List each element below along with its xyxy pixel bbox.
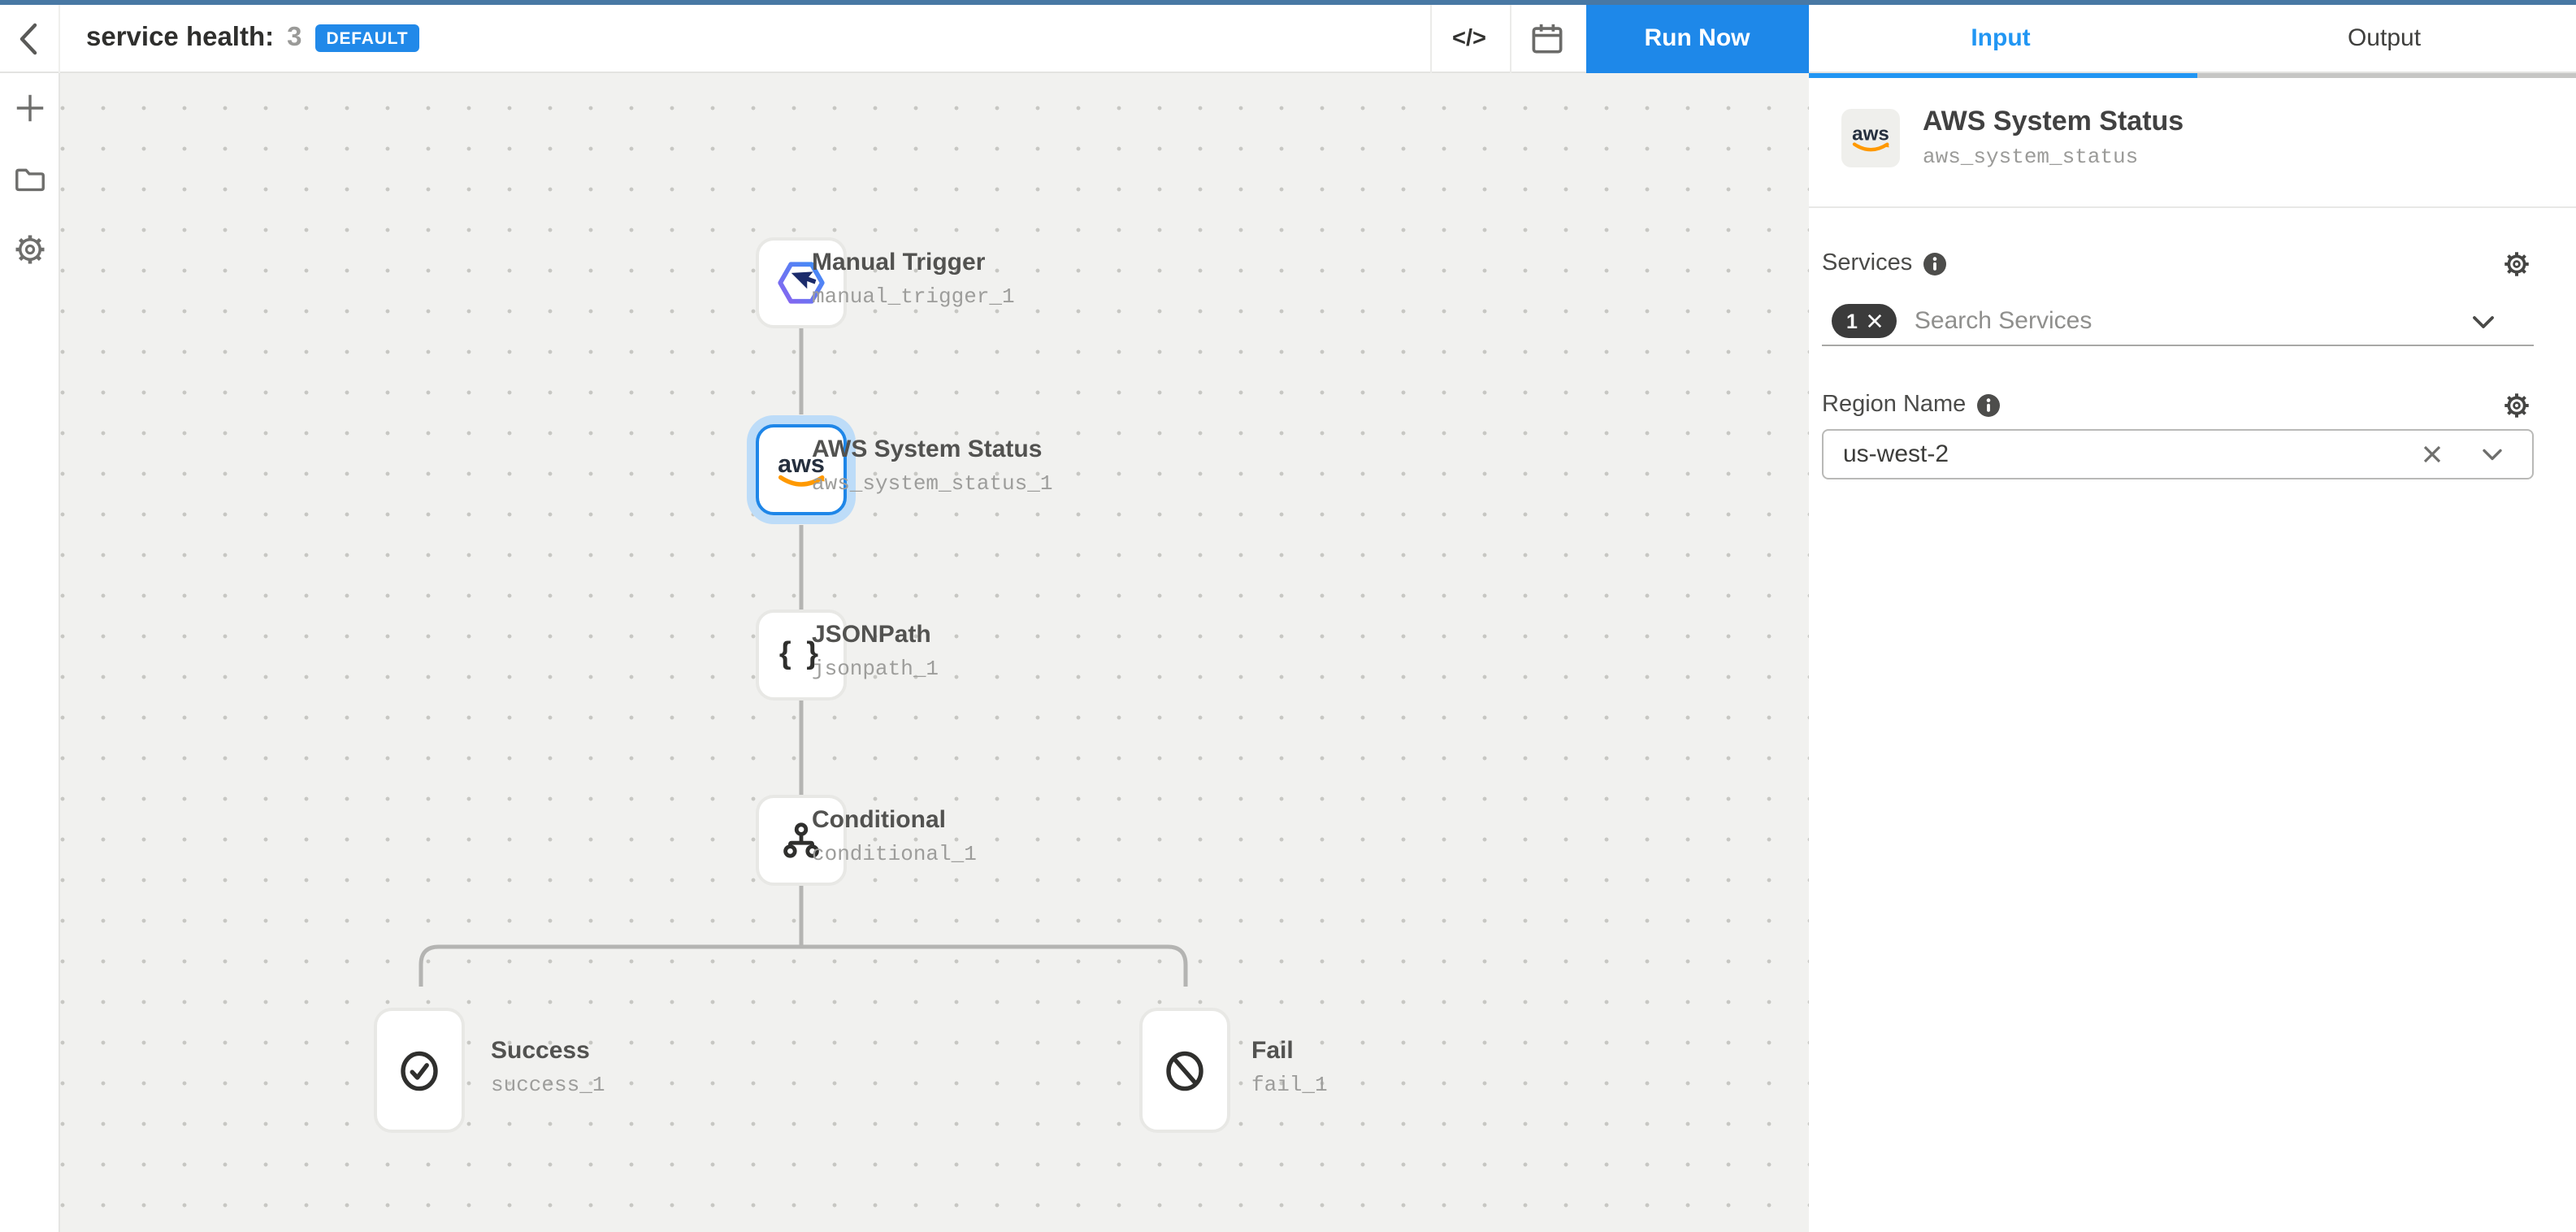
app-window: service health: 3 DEFAULT </> Run Now In… (0, 0, 2576, 1232)
default-badge: DEFAULT (315, 25, 420, 53)
node-label-success: Success success_1 (491, 1035, 605, 1100)
node-fail[interactable] (1139, 1008, 1230, 1133)
services-placeholder: Search Services (1915, 307, 2092, 335)
code-view-button[interactable]: </> (1429, 4, 1509, 73)
left-toolbar (0, 73, 59, 1232)
workflow-run-count: 3 (287, 24, 301, 54)
app-icon-tile: aws (1841, 109, 1900, 167)
node-name: conditional_1 (812, 840, 977, 870)
services-multiselect[interactable]: 1 Search Services (1822, 297, 2534, 346)
settings-button[interactable] (0, 219, 59, 278)
node-label-manual-trigger: Manual Trigger manual_trigger_1 (812, 247, 1015, 312)
node-label-aws-system-status: AWS System Status aws_system_status_1 (812, 434, 1052, 499)
workflow-canvas[interactable]: Manual Trigger manual_trigger_1 aws AWS … (59, 73, 1809, 1232)
chevron-down-icon[interactable] (2472, 315, 2495, 330)
run-now-button[interactable]: Run Now (1585, 4, 1809, 73)
node-title: Success (491, 1035, 605, 1068)
clear-x-icon[interactable] (2422, 444, 2443, 465)
panel-divider (1809, 206, 2576, 208)
selected-count: 1 (1846, 310, 1858, 332)
panel-app-subtitle: aws_system_status (1923, 145, 2138, 169)
node-title: JSONPath (812, 619, 939, 652)
node-title: Fail (1251, 1035, 1328, 1068)
prohibit-icon (1160, 1044, 1209, 1096)
region-settings-button[interactable] (2501, 390, 2530, 419)
workflow-title: service health: (86, 24, 274, 54)
calendar-icon (1528, 18, 1567, 60)
code-icon: </> (1452, 26, 1486, 52)
info-icon[interactable] (1922, 251, 1946, 275)
resources-button[interactable] (0, 150, 59, 208)
node-title: AWS System Status (812, 434, 1052, 466)
tab-output[interactable]: Output (2192, 4, 2576, 73)
info-icon[interactable] (1975, 393, 2000, 417)
panel-app-title: AWS System Status (1923, 106, 2184, 138)
add-node-button[interactable] (0, 78, 59, 137)
run-now-label: Run Now (1645, 25, 1750, 53)
node-title: Conditional (812, 805, 977, 837)
node-name: success_1 (491, 1071, 605, 1100)
node-name: fail_1 (1251, 1071, 1328, 1100)
gear-icon (2502, 249, 2530, 277)
selected-count-chip[interactable]: 1 (1832, 304, 1897, 338)
aws-icon: aws (1846, 117, 1895, 159)
region-label-row: Region Name (1822, 392, 2000, 418)
folder-icon (13, 163, 47, 194)
node-name: aws_system_status_1 (812, 470, 1052, 499)
tab-input-label: Input (1971, 25, 2030, 53)
node-success[interactable] (374, 1008, 465, 1133)
svg-text:aws: aws (1852, 124, 1889, 145)
workflow-title-group: service health: 3 DEFAULT (86, 4, 419, 73)
tab-output-label: Output (2348, 25, 2421, 53)
node-label-jsonpath: JSONPath jsonpath_1 (812, 619, 939, 684)
input-panel: aws AWS System Status aws_system_status … (1809, 78, 2576, 1232)
gear-icon (13, 232, 47, 266)
chevron-left-icon (17, 21, 41, 57)
check-circle-icon (395, 1044, 444, 1096)
node-name: manual_trigger_1 (812, 283, 1015, 312)
gear-icon (2502, 391, 2530, 419)
services-label-row: Services (1822, 250, 1946, 276)
tab-input[interactable]: Input (1809, 4, 2192, 73)
region-label: Region Name (1822, 392, 1966, 418)
schedule-button[interactable] (1509, 4, 1585, 73)
region-value: us-west-2 (1843, 440, 1949, 468)
plus-icon (13, 90, 47, 124)
chevron-down-icon[interactable] (2482, 449, 2503, 462)
node-label-fail: Fail fail_1 (1251, 1035, 1328, 1100)
services-label: Services (1822, 250, 1912, 276)
node-title: Manual Trigger (812, 247, 1015, 280)
node-name: jsonpath_1 (812, 655, 939, 684)
back-button[interactable] (0, 4, 59, 73)
x-icon[interactable] (1867, 314, 1882, 328)
panel-tabs: Input Output (1809, 4, 2576, 73)
node-label-conditional: Conditional conditional_1 (812, 805, 977, 870)
services-settings-button[interactable] (2501, 249, 2530, 278)
